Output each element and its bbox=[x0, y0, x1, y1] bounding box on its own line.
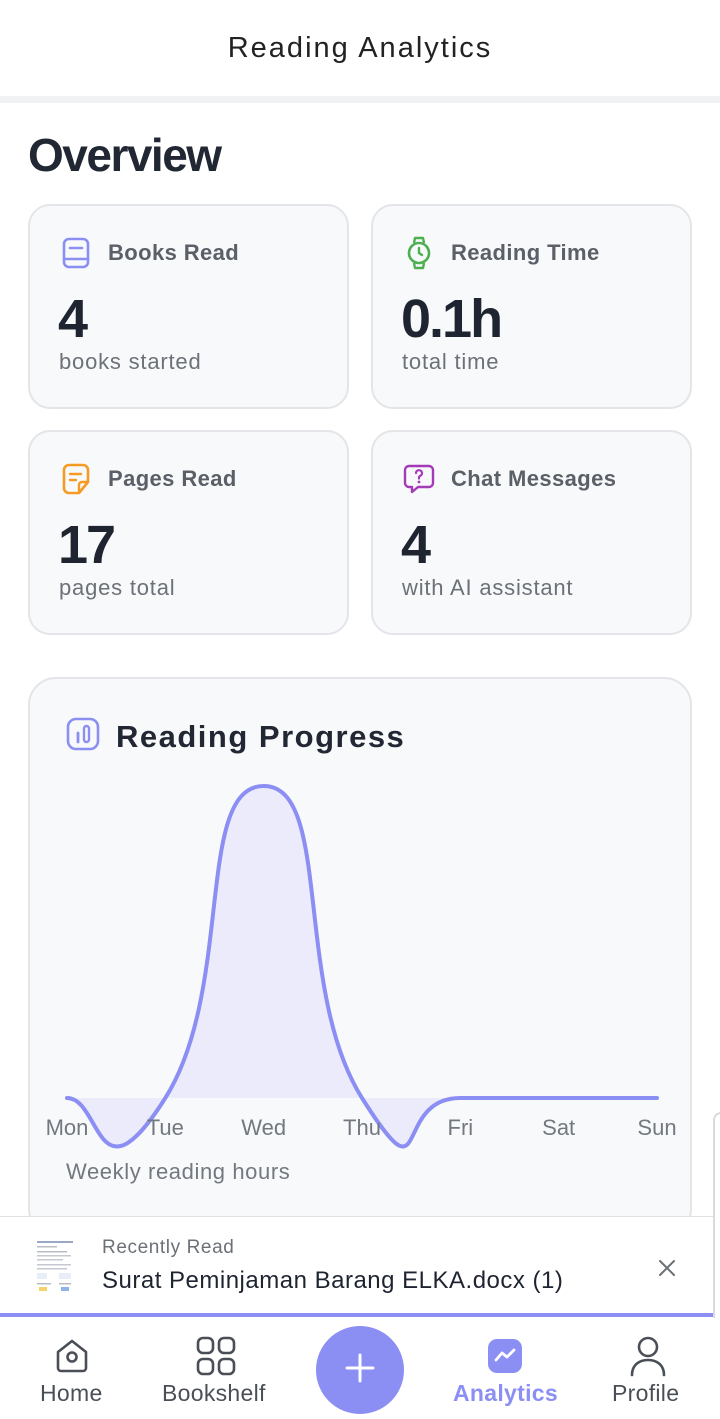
nav-label: Analytics bbox=[453, 1380, 558, 1406]
stat-label: Pages Read bbox=[108, 466, 237, 491]
home-icon bbox=[50, 1334, 94, 1378]
document-icon bbox=[60, 462, 92, 496]
stat-card-pages-read: Pages Read 17 pages total bbox=[28, 430, 349, 635]
recently-read-bar[interactable]: Recently Read Surat Peminjaman Barang EL… bbox=[0, 1216, 720, 1316]
bar-chart-icon bbox=[66, 717, 100, 756]
chart-title: Reading Progress bbox=[116, 718, 406, 754]
x-tick-label: Sun bbox=[637, 1115, 676, 1140]
page-title: Reading Analytics bbox=[227, 31, 493, 64]
watch-icon bbox=[403, 236, 435, 270]
x-tick-label: Tue bbox=[147, 1115, 184, 1140]
stat-sub: pages total bbox=[59, 575, 176, 600]
analytics-icon bbox=[483, 1334, 527, 1378]
header-divider bbox=[0, 96, 720, 103]
recently-read-progress bbox=[0, 1313, 720, 1317]
overview-title: Overview bbox=[28, 129, 222, 181]
stat-label: Chat Messages bbox=[451, 466, 617, 491]
x-tick-label: Sat bbox=[542, 1115, 575, 1140]
chart-series-line bbox=[65, 783, 659, 1149]
recently-read-title[interactable]: Surat Peminjaman Barang ELKA.docx (1) bbox=[102, 1267, 563, 1295]
chart-caption: Weekly reading hours bbox=[66, 1159, 291, 1184]
reading-progress-card: Mon Tue Wed Thu Fri Sat Sun Reading Progress W… bbox=[28, 677, 692, 1237]
stat-value: 4 bbox=[401, 515, 431, 575]
document-thumbnail bbox=[33, 1237, 77, 1295]
stat-value: 4 bbox=[58, 289, 88, 349]
x-tick-label: Thu bbox=[343, 1115, 381, 1140]
stat-sub: books started bbox=[59, 349, 202, 374]
nav-label: Home bbox=[40, 1380, 103, 1406]
chart-area-fill bbox=[67, 786, 657, 1147]
reading-progress-chart: Mon Tue Wed Thu Fri Sat Sun bbox=[46, 783, 677, 1149]
nav-item-home[interactable]: Home bbox=[22, 1318, 122, 1419]
x-tick-label: Fri bbox=[448, 1115, 474, 1140]
x-tick-label: Mon bbox=[46, 1115, 89, 1140]
nav-item-profile[interactable]: Profile bbox=[600, 1318, 696, 1419]
side-drawer-handle[interactable] bbox=[713, 1112, 720, 1338]
plus-icon bbox=[343, 1351, 377, 1390]
stat-card-books-read: Books Read 4 books started bbox=[28, 204, 349, 409]
close-icon[interactable] bbox=[650, 1251, 684, 1285]
add-button[interactable] bbox=[316, 1326, 404, 1414]
bottom-nav: Home Bookshelf Analytics Profile bbox=[0, 1318, 720, 1419]
app-header: Reading Analytics bbox=[0, 0, 720, 96]
stat-sub: with AI assistant bbox=[402, 575, 574, 600]
recently-read-label: Recently Read bbox=[102, 1237, 235, 1258]
book-icon bbox=[60, 236, 92, 270]
stat-card-reading-time: Reading Time 0.1h total time bbox=[371, 204, 692, 409]
chat-question-icon bbox=[403, 462, 435, 496]
nav-label: Profile bbox=[612, 1380, 680, 1406]
user-icon bbox=[626, 1334, 670, 1378]
stat-card-chat-messages: Chat Messages 4 with AI assistant bbox=[371, 430, 692, 635]
stat-value: 17 bbox=[58, 515, 116, 575]
nav-item-analytics[interactable]: Analytics bbox=[446, 1318, 564, 1419]
stat-sub: total time bbox=[402, 349, 500, 374]
stat-label: Books Read bbox=[108, 240, 240, 265]
grid-icon bbox=[194, 1334, 238, 1378]
stat-label: Reading Time bbox=[451, 240, 600, 265]
nav-item-bookshelf[interactable]: Bookshelf bbox=[156, 1318, 276, 1419]
nav-label: Bookshelf bbox=[162, 1380, 266, 1406]
stat-value: 0.1h bbox=[401, 289, 503, 349]
x-tick-label: Wed bbox=[241, 1115, 286, 1140]
